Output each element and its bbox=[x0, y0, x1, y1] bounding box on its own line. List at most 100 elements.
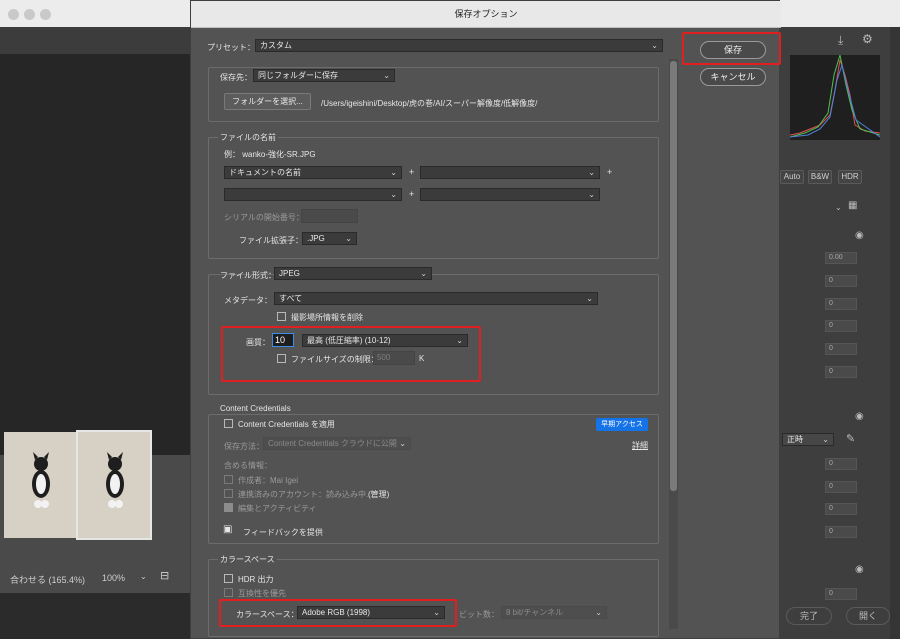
hdr-output-label: HDR 出力 bbox=[238, 575, 274, 584]
chevron-down-icon[interactable]: ⌄ bbox=[140, 572, 147, 581]
zoom-window-icon[interactable] bbox=[40, 9, 51, 20]
creator-checkbox[interactable] bbox=[224, 475, 233, 484]
thumbnail-2-selected[interactable] bbox=[76, 430, 152, 540]
adjust-field[interactable]: 0 bbox=[825, 298, 857, 310]
apply-credentials-label: Content Credentials を適用 bbox=[238, 420, 335, 429]
preset-label: プリセット： bbox=[207, 43, 255, 52]
chevron-down-icon: ⌄ bbox=[456, 336, 463, 345]
file-extension-value: .JPG bbox=[307, 234, 325, 243]
compat-priority-label: 互換性を優先 bbox=[238, 589, 286, 598]
zoom-bar: 合わせる (165.4%) 100% ⌄ ⊟ bbox=[0, 563, 190, 593]
chevron-down-icon: ⌄ bbox=[651, 41, 658, 50]
adjust-field[interactable]: 0 bbox=[825, 481, 857, 493]
edits-activity-checkbox[interactable] bbox=[224, 503, 233, 512]
destination-path: /Users/igeishini/Desktop/虎の巻/AI/スーパー解像度/… bbox=[321, 99, 538, 108]
adjust-field[interactable]: 0 bbox=[825, 458, 857, 470]
adjust-field[interactable]: 0 bbox=[825, 366, 857, 378]
bit-depth-select[interactable]: 8 bit/チャンネル ⌄ bbox=[501, 606, 607, 619]
adjust-field[interactable]: 0 bbox=[825, 526, 857, 538]
preset-select[interactable]: カスタム ⌄ bbox=[255, 39, 663, 52]
zoom-percent-label[interactable]: 100% bbox=[102, 573, 125, 583]
file-extension-label: ファイル拡張子： bbox=[239, 236, 303, 245]
eye-icon[interactable]: ◉ bbox=[855, 411, 864, 422]
preset-value: カスタム bbox=[260, 41, 292, 50]
dog-image-icon bbox=[32, 452, 50, 508]
adjust-field[interactable]: 0 bbox=[825, 320, 857, 332]
hdr-output-checkbox[interactable] bbox=[224, 574, 233, 583]
naming-field-4[interactable]: ⌄ bbox=[420, 188, 600, 201]
open-button[interactable]: 開く bbox=[846, 607, 890, 625]
chevron-down-icon: ⌄ bbox=[595, 608, 602, 617]
edits-activity-label: 編集とアクティビティ bbox=[238, 504, 317, 513]
background-toolbar bbox=[0, 27, 190, 54]
color-space-value: Adobe RGB (1998) bbox=[302, 608, 371, 617]
time-select[interactable]: 正時 ⌄ bbox=[782, 433, 834, 446]
gear-icon[interactable]: ⚙ bbox=[862, 32, 873, 46]
save-method-select[interactable]: Content Credentials クラウドに公開 ⌄ bbox=[263, 437, 411, 450]
details-link[interactable]: 詳細 bbox=[632, 440, 648, 451]
file-format-select[interactable]: JPEG ⌄ bbox=[274, 267, 432, 280]
color-space-select[interactable]: Adobe RGB (1998) ⌄ bbox=[297, 606, 445, 619]
chevron-down-icon: ⌄ bbox=[390, 190, 397, 199]
limit-size-checkbox[interactable] bbox=[277, 354, 286, 363]
eye-icon[interactable]: ◉ bbox=[855, 564, 864, 575]
bw-button[interactable]: B&W bbox=[808, 170, 832, 184]
feedback-link[interactable]: フィードバックを提供 bbox=[243, 527, 323, 538]
grid-picker-icon[interactable]: ▦ bbox=[848, 200, 857, 211]
done-button[interactable]: 完了 bbox=[786, 607, 832, 625]
plus-label: + bbox=[409, 189, 415, 199]
eye-icon[interactable]: ◉ bbox=[855, 230, 864, 241]
cancel-button[interactable]: キャンセル bbox=[700, 68, 766, 86]
color-space-label: カラースペース： bbox=[236, 610, 299, 619]
chevron-down-icon: ⌄ bbox=[345, 234, 352, 243]
feedback-icon: ▣ bbox=[223, 524, 233, 535]
minimize-window-icon[interactable] bbox=[24, 9, 35, 20]
chevron-down-icon: ⌄ bbox=[433, 608, 440, 617]
chevron-down-icon: ⌄ bbox=[586, 294, 593, 303]
adjust-field[interactable]: 0 bbox=[825, 275, 857, 287]
plus-label: + bbox=[409, 167, 415, 177]
naming-field-1[interactable]: ドキュメントの名前 ⌄ bbox=[224, 166, 402, 179]
include-info-label: 含める情報： bbox=[224, 461, 272, 470]
adjust-field[interactable]: 0 bbox=[825, 343, 857, 355]
quality-preset-select[interactable]: 最高 (低圧縮率) (10-12) ⌄ bbox=[302, 334, 468, 347]
serial-start-input[interactable] bbox=[301, 209, 358, 223]
naming-field-3[interactable]: ⌄ bbox=[224, 188, 402, 201]
background-image-area bbox=[0, 27, 190, 639]
remove-location-checkbox[interactable] bbox=[277, 312, 286, 321]
quality-input[interactable]: 10 bbox=[272, 333, 294, 347]
filename-example: 例： wanko-強化-SR.JPG bbox=[224, 150, 316, 159]
apply-credentials-checkbox[interactable] bbox=[224, 419, 233, 428]
manage-link[interactable]: (管理) bbox=[368, 489, 389, 500]
compat-priority-checkbox[interactable] bbox=[224, 588, 233, 597]
chevron-down-icon: ⌄ bbox=[390, 168, 397, 177]
remove-location-label: 撮影場所情報を削除 bbox=[291, 313, 363, 322]
plus-label: + bbox=[607, 167, 613, 177]
auto-button[interactable]: Auto bbox=[780, 170, 804, 184]
limit-size-label: ファイルサイズの制限： bbox=[291, 355, 379, 364]
serial-start-label: シリアルの開始番号： bbox=[224, 213, 304, 222]
metadata-select[interactable]: すべて ⌄ bbox=[274, 292, 598, 305]
choose-folder-button[interactable]: フォルダーを選択... bbox=[224, 93, 311, 110]
linked-accounts-checkbox[interactable] bbox=[224, 489, 233, 498]
histogram-graph bbox=[790, 55, 880, 138]
close-window-icon[interactable] bbox=[8, 9, 19, 20]
eyedropper-icon[interactable]: ✎ bbox=[846, 432, 855, 445]
chevron-down-icon[interactable]: ⌄ bbox=[835, 203, 842, 212]
hdr-button[interactable]: HDR bbox=[838, 170, 862, 184]
metadata-label: メタデータ： bbox=[224, 296, 272, 305]
limit-size-input[interactable]: 500 bbox=[373, 351, 415, 365]
dialog-scrollbar-thumb[interactable] bbox=[670, 61, 677, 491]
file-extension-select[interactable]: .JPG ⌄ bbox=[302, 232, 357, 245]
adjust-field[interactable]: 0.00 bbox=[825, 252, 857, 264]
adjust-field[interactable]: 0 bbox=[825, 588, 857, 600]
download-icon[interactable]: ⤓ bbox=[838, 33, 843, 48]
thumbnail-1[interactable] bbox=[4, 432, 76, 538]
compare-view-icon[interactable]: ⊟ bbox=[160, 569, 169, 582]
zoom-fit-label[interactable]: 合わせる (165.4%) bbox=[10, 573, 85, 586]
destination-select[interactable]: 同じフォルダーに保存 ⌄ bbox=[253, 69, 395, 82]
save-button[interactable]: 保存 bbox=[700, 41, 766, 59]
naming-field-2[interactable]: ⌄ bbox=[420, 166, 600, 179]
adjust-field[interactable]: 0 bbox=[825, 503, 857, 515]
limit-size-unit: K bbox=[419, 354, 425, 363]
